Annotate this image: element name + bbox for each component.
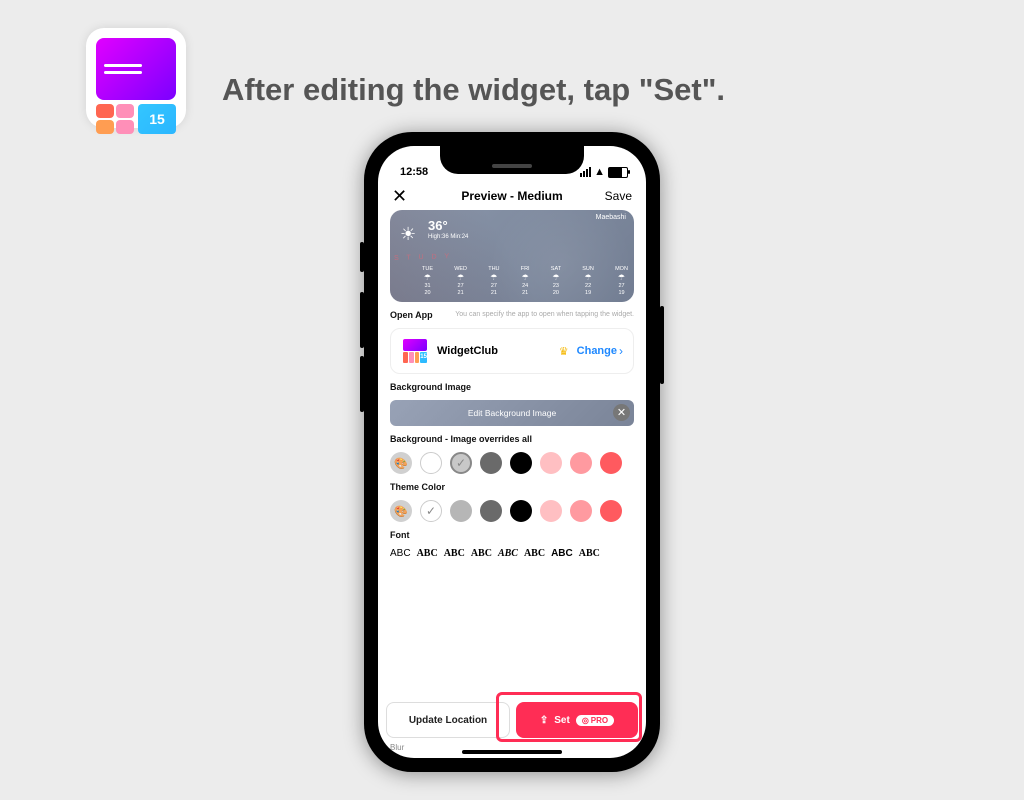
font-option[interactable]: ABC [551,548,573,559]
forecast-day: FRI☂2421 [521,266,530,296]
font-options: ABC ABC ABC ABC ABC ABC ABC ABC [390,548,634,559]
wifi-icon: ▲ [594,166,605,178]
theme-color-swatches: 🎨✓ [390,500,634,522]
edit-bg-image-button[interactable]: Edit Background Image ✕ [390,400,634,426]
color-swatch[interactable] [420,452,442,474]
color-swatch[interactable] [600,500,622,522]
page-headline: After editing the widget, tap "Set". [222,72,725,108]
remove-bg-icon[interactable]: ✕ [613,404,630,421]
preview-overlay-text: S T U D Y [394,253,452,262]
forecast-day: MON☂2719 [615,266,628,296]
battery-icon [608,167,628,178]
color-swatch[interactable] [480,500,502,522]
widget-preview[interactable]: Maebashi ☀︎ 36° High:36 Min:24 S T U D Y… [390,210,634,302]
font-label: Font [390,530,634,540]
color-swatch[interactable] [510,452,532,474]
open-app-label: Open App [390,310,433,320]
blur-label: Blur [390,743,404,752]
screen-header: ✕ Preview - Medium Save [378,182,646,210]
status-time: 12:58 [400,166,428,178]
phone-frame: 12:58 ▲ ✕ Preview - Medium Save Maebashi… [364,132,660,772]
font-option[interactable]: ABC [498,548,518,559]
open-app-hint: You can specify the app to open when tap… [441,310,634,319]
font-option[interactable]: ABC [524,548,545,559]
theme-color-label: Theme Color [390,482,634,492]
preview-location: Maebashi [596,214,626,221]
font-option[interactable]: ABC [444,548,465,559]
signal-icon [580,167,591,177]
share-icon: ⇪ [540,715,548,726]
font-option[interactable]: ABC [417,548,438,559]
forecast-row: TUE☂3120 WED☂2721 THU☂2721 FRI☂2421 SAT☂2320… [422,266,628,296]
notch [440,146,584,174]
bg-color-swatches: 🎨✓ [390,452,634,474]
color-swatch[interactable]: 🎨 [390,452,412,474]
open-app-name: WidgetClub [437,345,551,357]
color-swatch[interactable] [570,452,592,474]
preview-high-low: High:36 Min:24 [428,234,468,240]
color-swatch[interactable] [480,452,502,474]
logo-number: 15 [138,104,176,134]
forecast-day: TUE☂3120 [422,266,433,296]
bg-color-label: Background - Image overrides all [390,434,634,444]
color-swatch[interactable] [570,500,592,522]
preview-temp: 36° [428,218,448,233]
font-option[interactable]: ABC [390,548,411,559]
change-app-button[interactable]: Change› [577,344,623,358]
close-button[interactable]: ✕ [392,186,422,207]
sun-icon: ☀︎ [400,224,416,245]
color-swatch[interactable]: ✓ [420,500,442,522]
forecast-day: SAT☂2320 [551,266,561,296]
color-swatch[interactable] [540,452,562,474]
font-option[interactable]: ABC [579,548,600,559]
app-logo: 15 [86,28,186,128]
open-app-card[interactable]: 15 WidgetClub ♛ Change› [390,328,634,374]
forecast-day: SUN☂2219 [582,266,594,296]
pro-badge: ◎ PRO [576,715,614,726]
screen-title: Preview - Medium [422,189,602,203]
crown-icon: ♛ [559,345,569,358]
color-swatch[interactable]: ✓ [450,452,472,474]
bg-image-label: Background Image [390,382,634,392]
color-swatch[interactable] [600,452,622,474]
color-swatch[interactable] [450,500,472,522]
color-swatch[interactable] [540,500,562,522]
save-button[interactable]: Save [602,189,632,203]
color-swatch[interactable]: 🎨 [390,500,412,522]
forecast-day: WED☂2721 [454,266,467,296]
forecast-day: THU☂2721 [488,266,499,296]
home-indicator [462,750,562,754]
color-swatch[interactable] [510,500,532,522]
set-button[interactable]: ⇪ Set ◎ PRO [516,702,638,738]
font-option[interactable]: ABC [471,548,492,559]
chevron-right-icon: › [619,344,623,358]
update-location-button[interactable]: Update Location [386,702,510,738]
app-mini-logo: 15 [401,337,429,365]
